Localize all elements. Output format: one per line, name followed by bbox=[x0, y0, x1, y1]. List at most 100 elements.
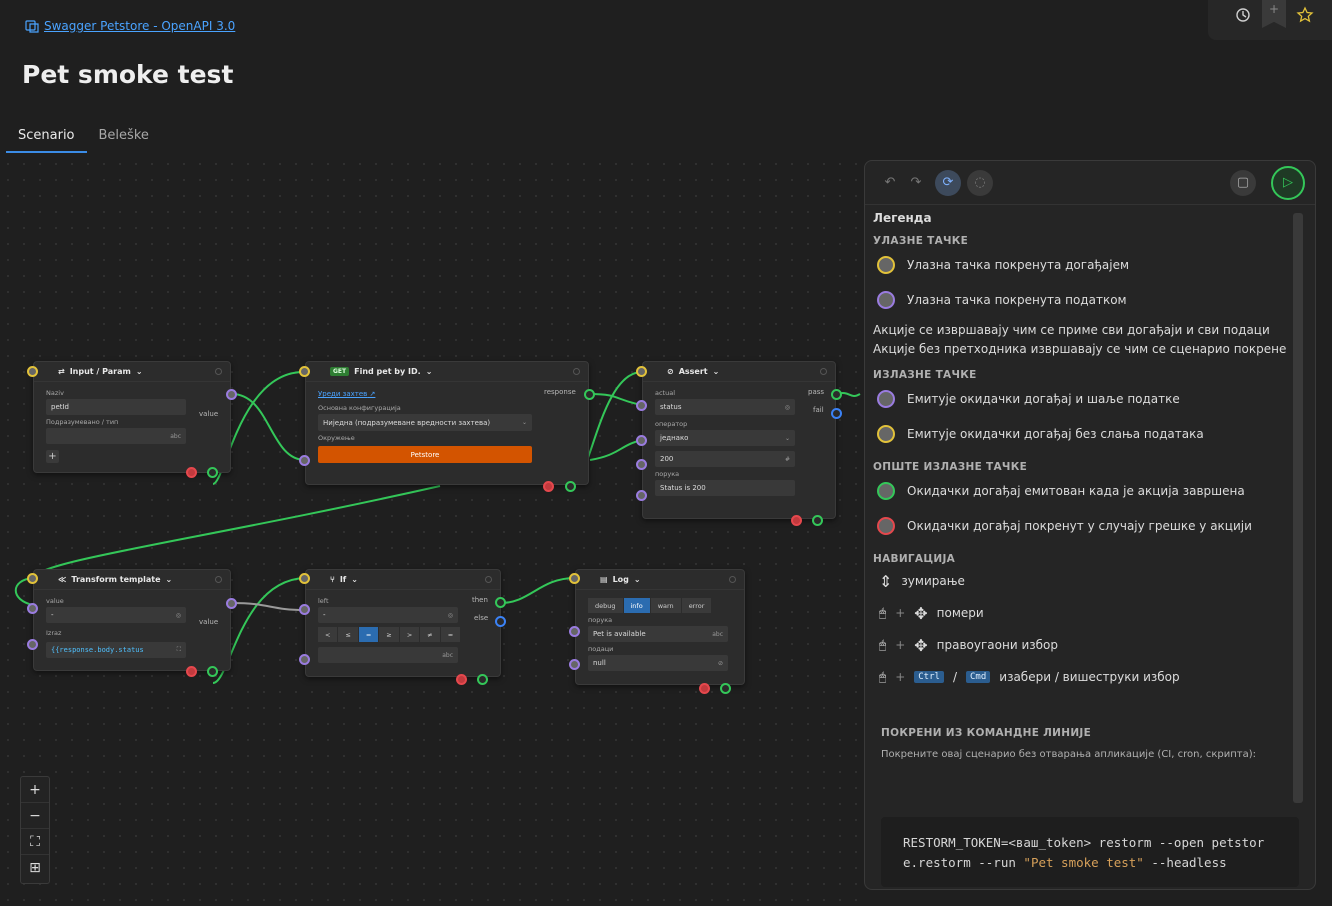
error-port[interactable] bbox=[699, 683, 710, 694]
scenario-canvas[interactable] bbox=[0, 156, 864, 906]
minimap-icon[interactable]: ⊞ bbox=[21, 855, 49, 881]
input-event-port[interactable] bbox=[299, 366, 310, 377]
expected-input[interactable]: 200 # bbox=[655, 451, 795, 467]
auto-layout-icon[interactable]: ⟳ bbox=[935, 169, 961, 196]
breadcrumb-link[interactable]: Swagger Petstore - OpenAPI 3.0 bbox=[44, 19, 235, 33]
operator-option[interactable]: ≤ bbox=[338, 627, 359, 642]
error-port[interactable] bbox=[186, 666, 197, 677]
chevron-down-icon[interactable]: ⌄ bbox=[166, 575, 173, 584]
input-data-port[interactable] bbox=[636, 459, 647, 470]
cli-command[interactable]: RESTORM_TOKEN=<ваш_token> restorm --open… bbox=[881, 817, 1299, 887]
data-input[interactable]: null ⊘ bbox=[588, 655, 728, 671]
run-icon[interactable]: ▷ bbox=[1271, 165, 1305, 200]
panel-scrollbar[interactable] bbox=[1293, 213, 1303, 803]
left-input[interactable]: - ◎ bbox=[318, 607, 458, 623]
env-button[interactable]: Petstore bbox=[318, 446, 532, 463]
input-data-port[interactable] bbox=[636, 490, 647, 501]
config-select[interactable]: Ниједна (подразумеване вредности захтева… bbox=[318, 414, 532, 431]
add-icon[interactable]: + bbox=[46, 450, 59, 463]
fit-view-icon[interactable]: ⛶ bbox=[21, 829, 49, 855]
level-option[interactable]: error bbox=[681, 598, 713, 613]
move-icon: ✥ bbox=[914, 603, 928, 623]
operator-option[interactable]: ≈ bbox=[440, 627, 462, 642]
input-data-port[interactable] bbox=[27, 603, 38, 614]
node-log[interactable]: ▤ Log ⌄ debug info warn error порука Pet is a… bbox=[575, 569, 745, 685]
name-input[interactable]: petId bbox=[46, 399, 186, 415]
default-input[interactable]: abc bbox=[46, 428, 186, 444]
node-transform[interactable]: ≪ Transform template ⌄ value - ◎ Izraz {{re… bbox=[33, 569, 231, 671]
history-icon[interactable] bbox=[1234, 6, 1252, 24]
done-port[interactable] bbox=[720, 683, 731, 694]
error-port[interactable] bbox=[791, 515, 802, 526]
operator-option[interactable]: ≥ bbox=[379, 627, 400, 642]
done-port[interactable] bbox=[477, 674, 488, 685]
input-data-port[interactable] bbox=[636, 400, 647, 411]
output-data-port[interactable] bbox=[584, 389, 595, 400]
then-port[interactable] bbox=[495, 597, 506, 608]
node-assert[interactable]: ⊘ Assert ⌄ actual status ◎ оператор једнако… bbox=[642, 361, 836, 519]
input-data-port[interactable] bbox=[299, 654, 310, 665]
chevron-down-icon[interactable]: ⌄ bbox=[426, 367, 433, 376]
redo-icon[interactable]: ↷ bbox=[903, 170, 929, 196]
operator-option[interactable]: > bbox=[399, 627, 421, 642]
right-input[interactable]: abc bbox=[318, 647, 458, 663]
input-data-port[interactable] bbox=[569, 659, 580, 670]
node-if[interactable]: ⑂ If ⌄ left - ◎ < ≤ = ≥ > ≠ ≈ abc then else bbox=[305, 569, 501, 677]
input-event-port[interactable] bbox=[27, 366, 38, 377]
input-event-port[interactable] bbox=[27, 573, 38, 584]
message-input[interactable]: Pet is available abc bbox=[588, 626, 728, 642]
actual-input[interactable]: status ◎ bbox=[655, 399, 795, 415]
operator-option[interactable]: = bbox=[358, 627, 380, 642]
legend-row: Емитује окидачки догађај и шаље податке bbox=[873, 381, 1293, 416]
input-data-port[interactable] bbox=[636, 435, 647, 446]
input-data-port[interactable] bbox=[299, 604, 310, 615]
zoom-out-icon[interactable]: − bbox=[21, 803, 49, 829]
input-event-port[interactable] bbox=[636, 366, 647, 377]
level-option[interactable]: info bbox=[623, 598, 651, 613]
error-port[interactable] bbox=[456, 674, 467, 685]
done-port[interactable] bbox=[565, 481, 576, 492]
disabled-tool-icon[interactable]: ◌ bbox=[967, 169, 993, 196]
input-data-port[interactable] bbox=[27, 639, 38, 650]
chevron-down-icon[interactable]: ⌄ bbox=[136, 367, 143, 376]
input-event-port[interactable] bbox=[569, 573, 580, 584]
message-input[interactable]: Status is 200 bbox=[655, 480, 795, 496]
else-port[interactable] bbox=[495, 616, 506, 627]
output-data-port[interactable] bbox=[226, 598, 237, 609]
fail-port[interactable] bbox=[831, 408, 842, 419]
input-data-port[interactable] bbox=[299, 455, 310, 466]
pass-port[interactable] bbox=[831, 389, 842, 400]
breadcrumb[interactable]: Swagger Petstore - OpenAPI 3.0 bbox=[24, 18, 235, 34]
operator-select[interactable]: једнако ⌄ bbox=[655, 430, 795, 446]
stop-icon[interactable]: ▢ bbox=[1230, 169, 1256, 196]
node-input-param[interactable]: ⇄ Input / Param ⌄ Naziv petId Подразумеван… bbox=[33, 361, 231, 473]
undo-icon[interactable]: ↶ bbox=[877, 170, 903, 196]
level-option[interactable]: warn bbox=[650, 598, 682, 613]
star-icon[interactable] bbox=[1296, 6, 1314, 24]
value-input[interactable]: - ◎ bbox=[46, 607, 186, 623]
error-port[interactable] bbox=[186, 467, 197, 478]
zoom-in-icon[interactable]: + bbox=[21, 777, 49, 803]
chevron-down-icon[interactable]: ⌄ bbox=[634, 575, 641, 584]
move-icon: ✥ bbox=[914, 635, 928, 655]
bookmark-icon[interactable]: + bbox=[1262, 0, 1286, 28]
edit-request-link[interactable]: Уреди захтев ↗ bbox=[318, 390, 576, 398]
done-port[interactable] bbox=[812, 515, 823, 526]
done-port[interactable] bbox=[207, 666, 218, 677]
operator-option[interactable]: < bbox=[318, 627, 339, 642]
expression-input[interactable]: {{response.body.status ⛶ bbox=[46, 642, 186, 658]
error-port[interactable] bbox=[543, 481, 554, 492]
input-event-port[interactable] bbox=[299, 573, 310, 584]
env-label: Окружење bbox=[318, 434, 355, 442]
tab-scenario[interactable]: Scenario bbox=[6, 124, 87, 153]
chevron-down-icon[interactable]: ⌄ bbox=[713, 367, 720, 376]
done-port[interactable] bbox=[207, 467, 218, 478]
chevron-down-icon[interactable]: ⌄ bbox=[351, 575, 358, 584]
input-data-port[interactable] bbox=[569, 626, 580, 637]
output-data-port[interactable] bbox=[226, 389, 237, 400]
expand-icon: ⛶ bbox=[176, 646, 181, 653]
tab-notes[interactable]: Beleške bbox=[87, 124, 161, 153]
operator-option[interactable]: ≠ bbox=[420, 627, 441, 642]
node-find-pet[interactable]: GET Find pet by ID. ⌄ Уреди захтев ↗ respo… bbox=[305, 361, 589, 485]
level-option[interactable]: debug bbox=[588, 598, 624, 613]
